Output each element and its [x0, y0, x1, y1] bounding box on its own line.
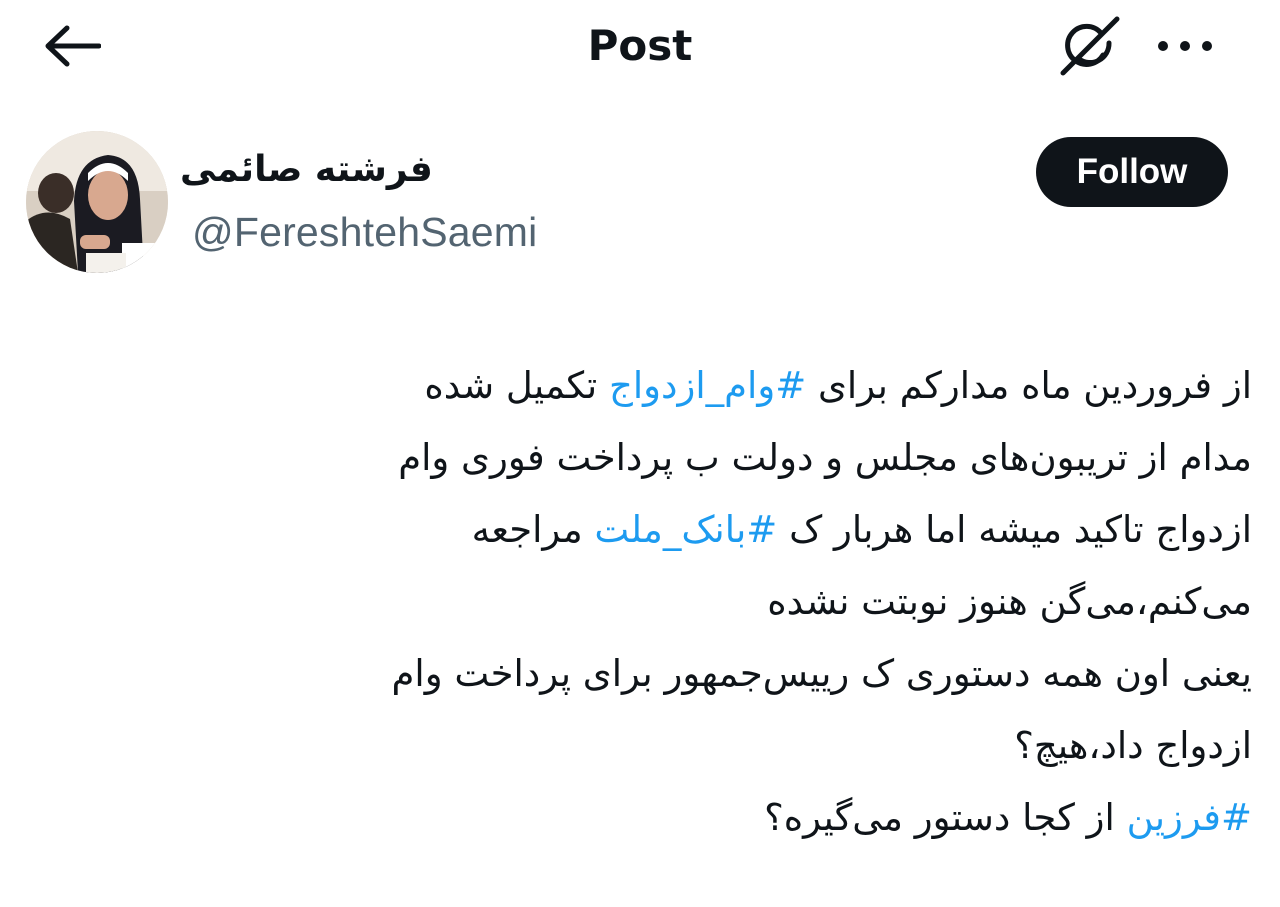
author-handle[interactable]: @FereshtehSaemi [192, 204, 537, 260]
tweet-line: #فرزین از کجا دستور می‌گیره؟ [100, 782, 1252, 854]
tweet-line: ازدواج داد،هیچ؟ [100, 710, 1252, 782]
grok-icon [1060, 16, 1120, 76]
tweet-line: یعنی اون همه دستوری ک رییس‌جمهور برای پر… [100, 638, 1253, 710]
hashtag-link[interactable]: #وام_ازدواج [609, 364, 806, 407]
tweet-text: از فروردین ماه مدارکم برای #وام_ازدواج ت… [100, 350, 1253, 854]
more-options-button[interactable] [1150, 18, 1220, 74]
tweet-text-segment: مراجعه [471, 508, 595, 551]
tweet-text-segment: ازدواج تاکید میشه اما هربار ک [777, 508, 1252, 551]
author-name[interactable]: فرشته صائمی [180, 140, 480, 200]
tweet-text-segment: می‌کنم،می‌گن هنوز نوبتت نشده [767, 580, 1252, 623]
tweet-line: می‌کنم،می‌گن هنوز نوبتت نشده [100, 566, 1252, 638]
tweet-text-segment: از کجا دستور می‌گیره؟ [764, 796, 1127, 839]
more-horizontal-icon [1158, 41, 1212, 51]
tweet-text-segment: مدام از تریبون‌های مجلس و دولت ب پرداخت … [398, 436, 1252, 479]
tweet-text-segment: ازدواج داد،هیچ؟ [1014, 724, 1252, 767]
tweet-text-segment: تکمیل شده [424, 364, 609, 407]
tweet-text-segment: یعنی اون همه دستوری ک رییس‌جمهور برای پر… [391, 652, 1253, 695]
follow-button[interactable]: Follow [1036, 137, 1228, 207]
tweet-line: مدام از تریبون‌های مجلس و دولت ب پرداخت … [100, 422, 1252, 494]
grok-button[interactable] [1054, 12, 1126, 80]
avatar[interactable] [26, 131, 168, 273]
post-header: Post [0, 0, 1280, 92]
hashtag-link[interactable]: #فرزین [1127, 796, 1252, 839]
avatar-photo [26, 131, 168, 273]
hashtag-link[interactable]: #بانک_ملت [594, 508, 777, 551]
tweet-text-segment: از فروردین ماه مدارکم برای [806, 364, 1252, 407]
tweet-line: ازدواج تاکید میشه اما هربار ک #بانک_ملت … [100, 494, 1252, 566]
tweet-line: از فروردین ماه مدارکم برای #وام_ازدواج ت… [100, 350, 1252, 422]
